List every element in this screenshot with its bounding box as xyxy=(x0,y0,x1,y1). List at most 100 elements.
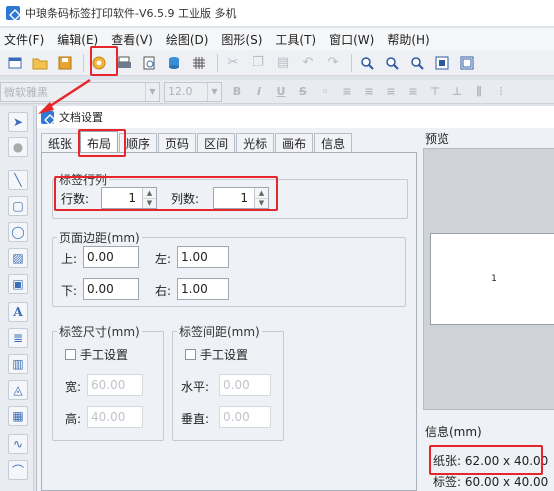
rows-label: 行数: xyxy=(61,192,90,206)
undo-icon[interactable]: ↶ xyxy=(299,54,317,72)
database-icon[interactable] xyxy=(165,54,183,72)
margin-left-input[interactable]: 1.00 xyxy=(177,246,229,268)
window-title: 中琅条码标签打印软件-V6.5.9 工业版 多机 xyxy=(25,7,237,20)
margin-bottom-label: 下: xyxy=(61,284,78,298)
label-size-info: 标签: 60.00 x 40.00 xyxy=(433,475,549,489)
curve-tool-icon[interactable]: ∿ xyxy=(8,434,28,454)
italic-button[interactable]: I xyxy=(252,85,266,98)
settings-tabs: 纸张 布局 顺序 页码 区间 光标 画布 信息 xyxy=(41,131,353,154)
align-right-icon[interactable]: ≡ xyxy=(384,85,398,98)
redo-icon[interactable]: ↷ xyxy=(324,54,342,72)
line-tool-icon[interactable]: ╲ xyxy=(8,170,28,190)
menu-file[interactable]: 文件(F) xyxy=(4,31,44,48)
tab-order[interactable]: 顺序 xyxy=(119,133,158,153)
save-icon[interactable] xyxy=(56,54,74,72)
table-tool-icon[interactable]: ▦ xyxy=(8,406,28,426)
multiline-text-icon[interactable]: ≣ xyxy=(8,328,28,348)
rows-stepper[interactable]: 1 ▲ ▼ xyxy=(101,187,157,209)
distribute-icon[interactable]: ⫼ xyxy=(472,85,486,99)
rows-cols-legend: 标签行列 xyxy=(57,171,110,188)
gap-vertical-input[interactable]: 0.00 xyxy=(219,406,271,428)
chevron-down-icon[interactable]: ▼ xyxy=(207,82,221,101)
menu-view[interactable]: 查看(V) xyxy=(111,31,153,48)
rows-spin[interactable]: ▲ ▼ xyxy=(142,188,156,208)
cut-icon[interactable]: ✂ xyxy=(224,54,242,72)
margin-top-input[interactable]: 0.00 xyxy=(83,246,139,268)
font-family-select[interactable]: 微软雅黑 ▼ xyxy=(0,81,160,102)
strikethrough-button[interactable]: S xyxy=(296,85,310,98)
label-gap-manual-checkbox[interactable]: 手工设置 xyxy=(185,346,248,363)
tab-page-number[interactable]: 页码 xyxy=(158,133,197,153)
menu-shape[interactable]: 图形(S) xyxy=(221,31,262,48)
gap-horizontal-input[interactable]: 0.00 xyxy=(219,374,271,396)
menu-window[interactable]: 窗口(W) xyxy=(329,31,374,48)
spin-down-icon[interactable]: ▼ xyxy=(143,197,156,208)
label-width-input[interactable]: 60.00 xyxy=(87,374,143,396)
zoom-fit-icon[interactable] xyxy=(408,54,426,72)
fit-page-icon[interactable] xyxy=(433,54,451,72)
new-document-icon[interactable] xyxy=(6,54,24,72)
checkbox-box[interactable] xyxy=(65,349,76,360)
text-tool-icon[interactable]: A xyxy=(8,302,28,322)
grid-icon[interactable] xyxy=(190,54,208,72)
align-middle-icon[interactable]: ⊥ xyxy=(450,85,464,98)
zoom-out-icon[interactable] xyxy=(383,54,401,72)
cols-stepper[interactable]: 1 ▲ ▼ xyxy=(213,187,269,209)
arc-tool-icon[interactable]: ⌒ xyxy=(8,460,28,480)
document-settings-icon[interactable] xyxy=(90,54,108,72)
barcode-tool-icon[interactable]: ▥ xyxy=(8,354,28,374)
menu-edit[interactable]: 编辑(E) xyxy=(57,31,98,48)
paste-icon[interactable]: ▤ xyxy=(274,54,292,72)
picture-tool-icon[interactable]: ▣ xyxy=(8,274,28,294)
menu-tools[interactable]: 工具(T) xyxy=(275,31,316,48)
shape-tool-icon[interactable]: ◬ xyxy=(8,380,28,400)
actual-size-icon[interactable] xyxy=(458,54,476,72)
underline-button[interactable]: U xyxy=(274,85,288,98)
align-left-icon[interactable]: ≡ xyxy=(340,85,354,98)
bold-button[interactable]: B xyxy=(230,85,244,98)
checkbox-box[interactable] xyxy=(185,349,196,360)
spin-up-icon[interactable]: ▲ xyxy=(255,188,268,198)
font-size-select[interactable]: 12.0 ▼ xyxy=(164,81,222,102)
open-folder-icon[interactable] xyxy=(31,54,49,72)
rectangle-tool-icon[interactable]: ▢ xyxy=(8,196,28,216)
spin-up-icon[interactable]: ▲ xyxy=(143,188,156,198)
align-top-icon[interactable]: ⊤ xyxy=(428,85,442,98)
page-margins-group: 页面边距(mm) 上: 0.00 左: 1.00 下: 0.00 右: 1.00 xyxy=(52,229,406,307)
zoom-in-icon[interactable] xyxy=(358,54,376,72)
layout-tab-panel: 标签行列 行数: 1 ▲ ▼ 列数: 1 ▲ ▼ 页面边距(mm) 上: 0.00 … xyxy=(41,152,417,491)
cols-spin[interactable]: ▲ ▼ xyxy=(254,188,268,208)
menu-draw[interactable]: 绘图(D) xyxy=(166,31,209,48)
label-gap-group: 标签间距(mm) 手工设置 水平: 0.00 垂直: 0.00 xyxy=(172,323,284,441)
menu-help[interactable]: 帮助(H) xyxy=(387,31,429,48)
rows-value: 1 xyxy=(128,191,136,205)
copy-icon[interactable]: ❐ xyxy=(249,54,267,72)
tab-paper[interactable]: 纸张 xyxy=(41,133,80,153)
label-size-manual-checkbox[interactable]: 手工设置 xyxy=(65,346,128,363)
label-size-manual-label: 手工设置 xyxy=(80,348,129,362)
tab-range[interactable]: 区间 xyxy=(197,133,236,153)
paper-size-info: 纸张: 62.00 x 40.00 xyxy=(433,454,549,468)
pan-icon[interactable]: ● xyxy=(8,137,28,157)
label-height-input[interactable]: 40.00 xyxy=(87,406,143,428)
align-justify-icon[interactable]: ≡ xyxy=(406,85,420,98)
tab-cursor[interactable]: 光标 xyxy=(236,133,275,153)
preview-area: 1 xyxy=(423,148,554,410)
chevron-down-icon[interactable]: ▼ xyxy=(145,82,159,101)
tab-info[interactable]: 信息 xyxy=(314,133,353,153)
tab-layout[interactable]: 布局 xyxy=(80,131,119,154)
image-tool-icon[interactable]: ▨ xyxy=(8,248,28,268)
print-preview-icon[interactable] xyxy=(140,54,158,72)
print-icon[interactable] xyxy=(115,54,133,72)
margin-right-input[interactable]: 1.00 xyxy=(177,278,229,300)
info-label: 信息(mm) xyxy=(425,425,482,439)
select-pointer-icon[interactable]: ➤ xyxy=(8,112,28,132)
margin-bottom-input[interactable]: 0.00 xyxy=(83,278,139,300)
tab-canvas[interactable]: 画布 xyxy=(275,133,314,153)
align-center-icon[interactable]: ≡ xyxy=(362,85,376,98)
rows-cols-group: 标签行列 行数: 1 ▲ ▼ 列数: 1 ▲ ▼ xyxy=(52,171,408,219)
spin-down-icon[interactable]: ▼ xyxy=(255,197,268,208)
distribute-vertical-icon[interactable]: ⫶ xyxy=(494,85,508,99)
ellipse-tool-icon[interactable]: ◯ xyxy=(8,222,28,242)
color-icon[interactable]: ◦ xyxy=(318,85,332,98)
